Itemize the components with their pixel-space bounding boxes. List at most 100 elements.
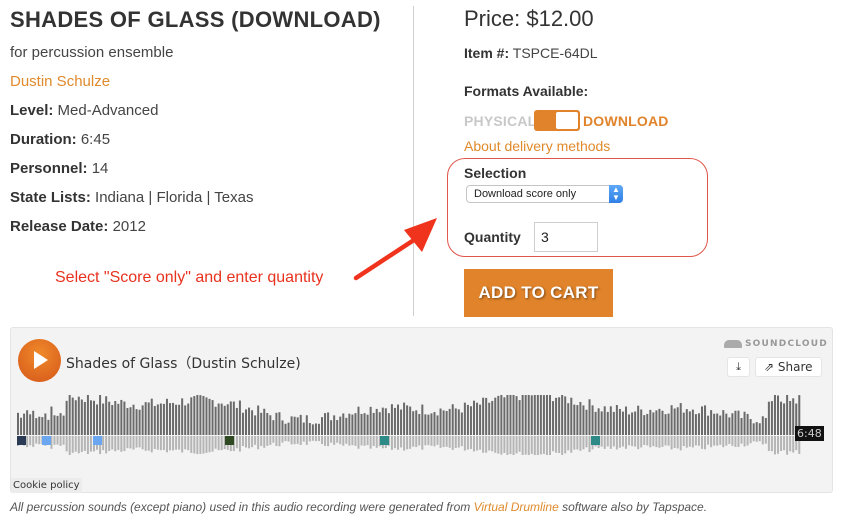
- waveform[interactable]: [17, 395, 822, 455]
- waveform-bar: [497, 395, 500, 435]
- waveform-bar: [241, 412, 244, 435]
- waveform-bar-reflection: [135, 436, 138, 448]
- add-to-cart-button[interactable]: ADD TO CART: [464, 269, 613, 317]
- waveform-bar-reflection: [658, 436, 661, 448]
- waveform-bar: [351, 414, 354, 435]
- waveform-bar: [162, 403, 165, 435]
- waveform-bar: [150, 398, 153, 435]
- comment-avatar[interactable]: [380, 436, 389, 445]
- waveform-bar: [682, 412, 685, 435]
- waveform-bar: [165, 398, 168, 435]
- waveform-bar: [44, 413, 47, 435]
- waveform-bar: [123, 401, 126, 435]
- waveform-bar: [114, 401, 117, 435]
- waveform-bar-reflection: [670, 436, 673, 450]
- format-physical-option[interactable]: PHYSICAL: [464, 113, 536, 129]
- virtual-drumline-link[interactable]: Virtual Drumline: [474, 500, 559, 514]
- comment-avatar[interactable]: [17, 436, 26, 445]
- waveform-bar: [591, 405, 594, 435]
- waveform-bar-reflection: [199, 436, 202, 454]
- waveform-bar: [488, 402, 491, 435]
- waveform-bar: [585, 409, 588, 435]
- waveform-bar: [448, 408, 451, 435]
- comment-avatar[interactable]: [42, 436, 51, 445]
- waveform-bar: [68, 395, 71, 435]
- download-button[interactable]: ⤓: [727, 357, 750, 377]
- waveform-bar: [628, 414, 631, 435]
- waveform-bar: [245, 409, 247, 435]
- waveform-bar: [354, 413, 357, 435]
- waveform-bar: [208, 398, 211, 435]
- soundcloud-logo[interactable]: SOUNDCLOUD: [724, 339, 828, 349]
- waveform-bar-reflection: [169, 436, 171, 451]
- waveform-bar-reflection: [445, 436, 448, 447]
- waveform-bar: [80, 399, 83, 435]
- format-toggle[interactable]: [534, 110, 580, 131]
- waveform-bar-reflection: [172, 436, 175, 451]
- waveform-bar-reflection: [783, 436, 786, 451]
- share-button[interactable]: ⇗ Share: [755, 357, 822, 377]
- waveform-bar: [381, 407, 384, 435]
- waveform-bar: [132, 404, 135, 435]
- waveform-bar-reflection: [412, 436, 415, 447]
- waveform-bar: [102, 403, 105, 435]
- waveform-bar: [226, 404, 229, 435]
- meta-duration: Duration: 6:45: [10, 131, 110, 148]
- waveform-bar: [673, 408, 676, 435]
- waveform-bar-reflection: [397, 436, 399, 450]
- waveform-bar: [737, 410, 740, 435]
- waveform-bar-reflection: [585, 436, 588, 448]
- delivery-methods-link[interactable]: About delivery methods: [464, 138, 610, 154]
- waveform-bar-reflection: [165, 436, 168, 453]
- share-label: Share: [777, 360, 813, 374]
- waveform-bar-reflection: [150, 436, 153, 453]
- waveform-bar-reflection: [673, 436, 676, 448]
- waveform-bar: [108, 401, 111, 435]
- quantity-input[interactable]: [534, 222, 598, 252]
- waveform-bar: [564, 396, 567, 435]
- waveform-bar-reflection: [153, 436, 156, 450]
- waveform-bar-reflection: [612, 436, 615, 447]
- waveform-bar-reflection: [725, 436, 728, 446]
- waveform-bar-reflection: [789, 436, 792, 452]
- waveform-bar: [272, 420, 275, 435]
- waveform-bar: [83, 401, 86, 435]
- waveform-bar: [552, 401, 555, 435]
- waveform-bar: [424, 414, 427, 435]
- waveform-bar: [135, 409, 138, 435]
- comment-avatar[interactable]: [591, 436, 600, 445]
- waveform-bar: [299, 414, 302, 435]
- track-title[interactable]: Shades of Glass（Dustin Schulze): [66, 353, 301, 373]
- meta-release-date: Release Date: 2012: [10, 218, 146, 235]
- waveform-bar: [47, 419, 50, 435]
- waveform-bar-reflection: [442, 436, 445, 448]
- waveform-bar-reflection: [561, 436, 564, 455]
- cookie-policy-link[interactable]: Cookie policy: [11, 478, 82, 493]
- meta-value: 14: [91, 160, 109, 177]
- waveform-bar-reflection: [740, 436, 743, 444]
- waveform-bar-reflection: [676, 436, 679, 449]
- waveform-bar: [190, 397, 193, 435]
- comment-avatar[interactable]: [225, 436, 234, 445]
- waveform-bar-reflection: [202, 436, 205, 454]
- waveform-bar: [600, 411, 603, 435]
- waveform-bar: [485, 397, 488, 435]
- waveform-bar-reflection: [317, 436, 320, 442]
- waveform-bar-reflection: [324, 436, 327, 446]
- format-download-option[interactable]: DOWNLOAD: [583, 113, 669, 129]
- waveform-bar: [181, 398, 184, 435]
- waveform-bar: [561, 395, 564, 435]
- waveform-bar: [302, 422, 305, 435]
- selection-dropdown[interactable]: Download score only ▲ ▼: [466, 185, 623, 203]
- waveform-bar-reflection: [697, 436, 700, 446]
- comment-avatar[interactable]: [93, 436, 102, 445]
- waveform-bar: [269, 415, 272, 435]
- waveform-bar-reflection: [707, 436, 710, 445]
- waveform-bar: [615, 405, 618, 435]
- waveform-bar: [691, 409, 694, 435]
- waveform-bar-reflection: [625, 436, 627, 449]
- composer-link[interactable]: Dustin Schulze: [10, 73, 110, 90]
- waveform-bar-reflection: [649, 436, 652, 448]
- waveform-bar-reflection: [527, 436, 530, 455]
- play-button[interactable]: [18, 339, 61, 382]
